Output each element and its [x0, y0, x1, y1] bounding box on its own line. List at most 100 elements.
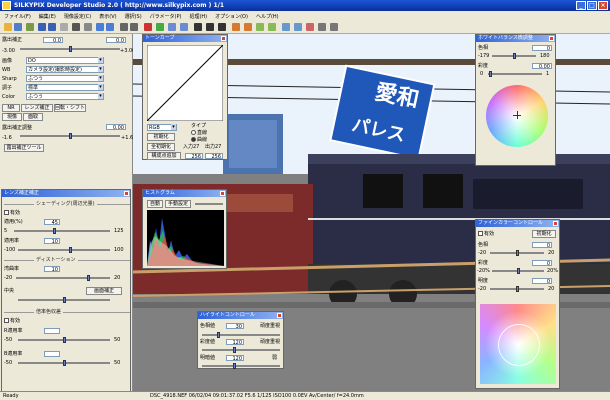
tab-rotate[interactable]: 回転・シフト: [54, 104, 86, 112]
tone-full-init-button[interactable]: 全初期化: [147, 143, 175, 151]
fine-color-enable-checkbox[interactable]: [478, 231, 483, 236]
fc-bri-slider[interactable]: [490, 286, 544, 292]
s4-value[interactable]: [44, 328, 60, 334]
develop-icon[interactable]: [156, 23, 164, 31]
s1-slider[interactable]: [14, 228, 110, 234]
wb-hue-slider[interactable]: [492, 53, 536, 59]
tone-select[interactable]: 標準: [26, 84, 104, 91]
highlight-icon[interactable]: [306, 23, 314, 31]
s1-thumb[interactable]: [53, 228, 56, 234]
mark-icon[interactable]: [144, 23, 152, 31]
auto-center-button[interactable]: 画面補正: [86, 287, 122, 295]
menu-help[interactable]: ヘルプ(H): [256, 13, 279, 20]
hl-r1-slider[interactable]: [202, 332, 280, 338]
menu-parameter[interactable]: パラメータ(P): [150, 13, 182, 20]
menu-select[interactable]: 選択(S): [125, 13, 142, 20]
zoom-icon[interactable]: [168, 23, 176, 31]
compare-icon[interactable]: [218, 23, 226, 31]
s4-thumb[interactable]: [63, 337, 66, 343]
menu-view[interactable]: 表示(V): [99, 13, 116, 20]
tone-curve-graph[interactable]: [147, 45, 223, 121]
maximize-button[interactable]: □: [587, 1, 597, 10]
close-icon[interactable]: [277, 313, 282, 318]
fc-bri-thumb[interactable]: [516, 286, 519, 292]
hl-r2-value[interactable]: 120: [226, 339, 244, 346]
shading-enable-checkbox[interactable]: [4, 210, 9, 215]
fc-bri-value[interactable]: 0: [532, 278, 552, 285]
wb-hue-thumb[interactable]: [513, 53, 516, 59]
tone-input-value[interactable]: 256: [185, 153, 203, 160]
exp-adjust-value[interactable]: 0.00: [106, 124, 126, 131]
image-select[interactable]: DO: [26, 57, 104, 64]
fc-sat-thumb[interactable]: [517, 268, 520, 274]
s3-slider[interactable]: [16, 275, 110, 281]
fc-hue-slider[interactable]: [490, 250, 544, 256]
menu-option[interactable]: オプション(O): [215, 13, 248, 20]
s2-slider[interactable]: [18, 247, 110, 253]
s5-thumb[interactable]: [63, 360, 66, 366]
tab-lens[interactable]: レンズ補正: [21, 104, 53, 112]
close-icon[interactable]: [124, 191, 129, 196]
minimize-button[interactable]: _: [576, 1, 586, 10]
batch-icon[interactable]: [330, 23, 338, 31]
s3-thumb[interactable]: [87, 275, 90, 281]
hl-r1-value[interactable]: 30: [226, 323, 244, 330]
close-icon[interactable]: [221, 36, 226, 41]
tone-icon[interactable]: [232, 23, 240, 31]
rotate-left-icon[interactable]: [120, 23, 128, 31]
add-point-button[interactable]: 構成点追加: [147, 152, 181, 160]
wb-sat-value[interactable]: 0.00: [532, 63, 552, 70]
open-folder-icon[interactable]: [4, 23, 12, 31]
hl-r2-thumb[interactable]: [233, 347, 236, 353]
s5-slider[interactable]: [18, 360, 110, 366]
view-icon[interactable]: [60, 23, 68, 31]
menu-develop[interactable]: 現像設定(C): [64, 13, 91, 20]
exposure-slider[interactable]: [20, 46, 120, 52]
s4-slider[interactable]: [18, 337, 110, 343]
sort-icon[interactable]: [38, 23, 46, 31]
exp-adjust-slider[interactable]: [20, 133, 120, 139]
ruler-icon[interactable]: [318, 23, 326, 31]
fc-hue-thumb[interactable]: [516, 250, 519, 256]
menu-edit[interactable]: 編集(E): [39, 13, 56, 20]
histogram-auto-button[interactable]: 自動: [147, 200, 163, 208]
close-icon[interactable]: [553, 221, 558, 226]
redo-icon[interactable]: [106, 23, 114, 31]
s2-value[interactable]: 10: [44, 238, 60, 245]
center-slider[interactable]: [18, 297, 110, 303]
close-icon[interactable]: [220, 191, 225, 196]
filter-icon[interactable]: [48, 23, 56, 31]
tab-face[interactable]: 面取: [23, 113, 43, 121]
close-icon[interactable]: [549, 36, 554, 41]
single-view-icon[interactable]: [206, 23, 214, 31]
sharp-icon[interactable]: [268, 23, 276, 31]
color-icon[interactable]: [244, 23, 252, 31]
wb-sat-slider[interactable]: [488, 71, 542, 77]
cut-icon[interactable]: [72, 23, 80, 31]
hl-r1-thumb[interactable]: [217, 332, 220, 338]
hist-icon[interactable]: [282, 23, 290, 31]
histogram-range-slider[interactable]: [195, 203, 223, 205]
s1-value[interactable]: 45: [44, 219, 60, 226]
tone-channel-select[interactable]: RGB: [147, 124, 177, 131]
close-button[interactable]: ×: [598, 1, 608, 10]
fine-color-wheel[interactable]: [480, 304, 556, 384]
exposure-tool-button[interactable]: 露出補正ツール: [4, 144, 44, 152]
fit-icon[interactable]: [180, 23, 188, 31]
tab-nr[interactable]: NR: [2, 104, 20, 112]
tone-linear-radio[interactable]: [191, 130, 196, 135]
undo-icon[interactable]: [96, 23, 104, 31]
menu-process[interactable]: 処理(H): [189, 13, 207, 20]
tone-curve-radio[interactable]: [191, 137, 196, 142]
copy-icon[interactable]: [84, 23, 92, 31]
color-select[interactable]: ふつう: [26, 93, 104, 100]
s5-value[interactable]: [44, 351, 60, 357]
grid-icon[interactable]: [194, 23, 202, 31]
tone-output-value[interactable]: 256: [205, 153, 223, 160]
print-icon[interactable]: [26, 23, 34, 31]
tab-develop[interactable]: 現像: [2, 113, 22, 121]
hl-r3-slider[interactable]: [202, 363, 280, 369]
fc-sat-slider[interactable]: [492, 268, 544, 274]
center-thumb[interactable]: [63, 297, 66, 303]
wb-sat-thumb[interactable]: [489, 71, 492, 77]
